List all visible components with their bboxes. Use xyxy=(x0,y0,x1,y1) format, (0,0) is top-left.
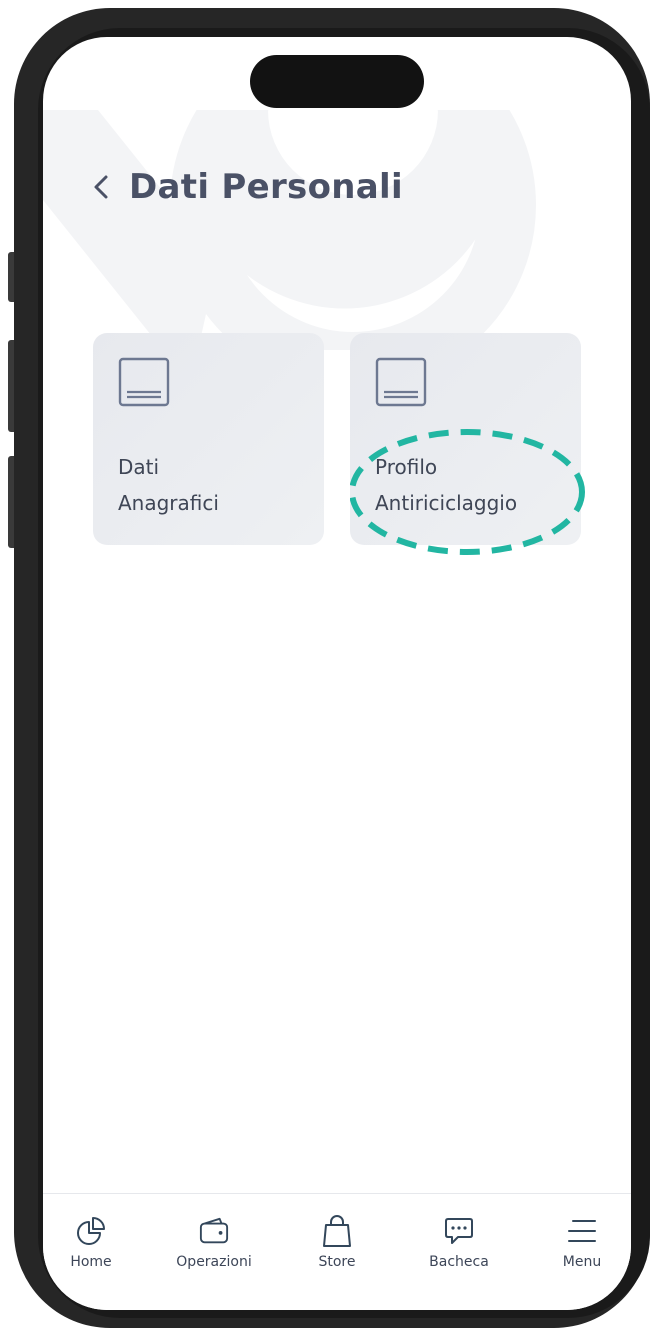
wallet-icon xyxy=(199,1216,229,1246)
chat-bubble-icon xyxy=(444,1216,474,1246)
card-label-line: Antiriciclaggio xyxy=(375,491,518,515)
card-profilo-antiriciclaggio[interactable]: Profilo Antiriciclaggio xyxy=(350,333,581,545)
tab-store[interactable]: Store xyxy=(287,1215,387,1276)
page-title: Dati Personali xyxy=(129,167,403,207)
brand-watermark xyxy=(43,110,536,350)
card-dati-anagrafici[interactable]: Dati Anagrafici xyxy=(93,333,324,545)
tab-bacheca[interactable]: Bacheca xyxy=(409,1216,509,1276)
tab-label: Menu xyxy=(562,1254,602,1270)
card-label-line: Dati xyxy=(118,455,160,479)
app-screen: Dati Personali Dati Anagrafici Profilo A… xyxy=(43,37,631,1310)
tab-home[interactable]: Home xyxy=(43,1216,141,1276)
card-label: Dati Anagrafici xyxy=(118,449,308,521)
tab-menu[interactable]: Menu xyxy=(532,1216,631,1276)
tab-operazioni[interactable]: Operazioni xyxy=(164,1216,264,1276)
menu-icon xyxy=(567,1216,597,1246)
tab-label: Home xyxy=(70,1254,112,1270)
chevron-left-icon xyxy=(94,175,108,199)
document-icon xyxy=(118,357,170,407)
document-icon xyxy=(375,357,427,407)
dynamic-island xyxy=(250,55,424,108)
card-label: Profilo Antiriciclaggio xyxy=(375,449,565,521)
card-label-line: Profilo xyxy=(375,455,438,479)
back-button[interactable] xyxy=(87,167,115,207)
tab-label: Operazioni xyxy=(176,1254,252,1270)
tab-label: Bacheca xyxy=(429,1254,489,1270)
tab-label: Store xyxy=(318,1254,356,1270)
card-label-line: Anagrafici xyxy=(118,491,219,515)
bottom-tab-bar: Home Operazioni Store Bacheca Menu xyxy=(43,1193,631,1310)
shopping-bag-icon xyxy=(322,1215,352,1247)
pie-chart-icon xyxy=(76,1216,106,1246)
page-header: Dati Personali xyxy=(87,167,403,207)
cards-grid: Dati Anagrafici Profilo Antiriciclaggio xyxy=(93,333,585,555)
